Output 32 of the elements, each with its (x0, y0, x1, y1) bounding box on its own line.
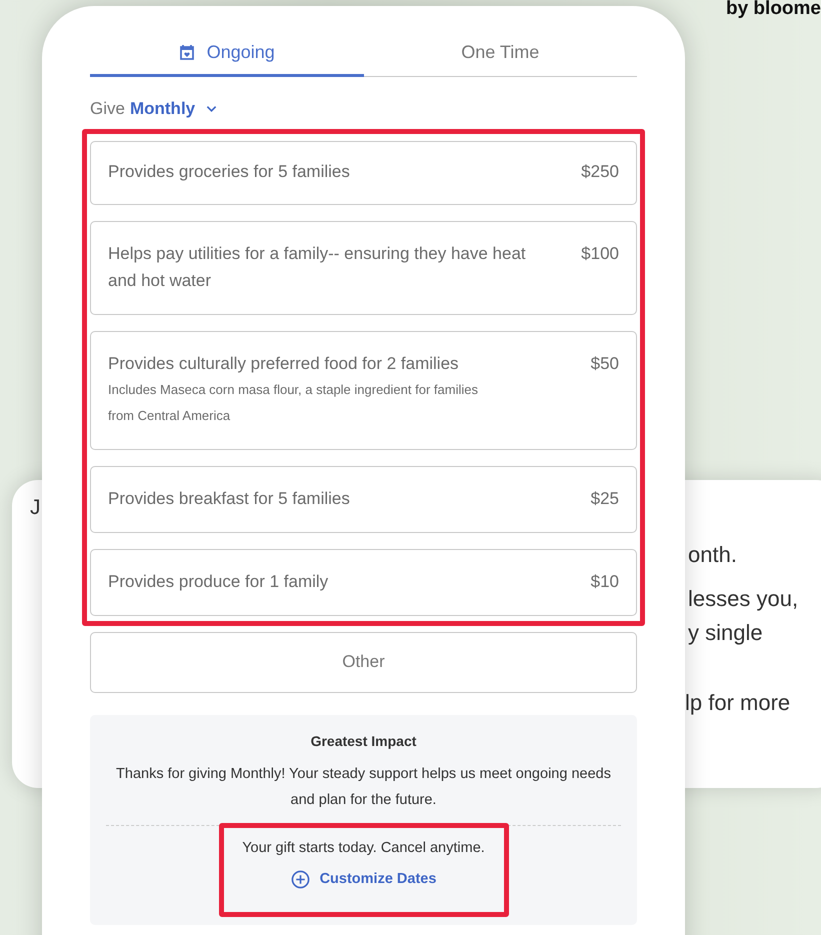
impact-title: Greatest Impact (310, 732, 416, 748)
start-note: Your gift starts today. Cancel anytime. (242, 840, 485, 856)
option-amount: $25 (590, 488, 619, 510)
chevron-down-icon (206, 104, 218, 112)
card-text: lesses you, (688, 586, 798, 612)
card-text: y single (688, 620, 764, 646)
impact-message: Thanks for giving Monthly! Your steady support helps us meet ongoing needs and plan for the future. (115, 764, 612, 810)
option-amount: $50 (590, 352, 619, 374)
option-amount: $10 (590, 570, 619, 592)
option-title: Provides breakfast for 5 families (108, 488, 350, 510)
amount-option[interactable]: Helps pay utilities for a family-- ensuring they have heat and hot water $100 (90, 220, 637, 314)
frequency-tab[interactable]: Ongoing (90, 30, 364, 77)
card-text: onth. (688, 542, 738, 568)
amount-option[interactable]: Provides groceries for 5 families $250 (90, 140, 637, 204)
brand-name: by bloome (726, 0, 821, 20)
amount-option[interactable]: Provides produce for 1 family $10 (90, 548, 637, 616)
option-title: Provides produce for 1 family (108, 570, 328, 592)
frequency-tab[interactable]: One Time (364, 30, 637, 77)
card-text: lp for more (685, 690, 792, 716)
option-title: Helps pay utilities for a family-- ensuring they have heat and hot water (108, 242, 527, 292)
amount-option[interactable]: Provides breakfast for 5 families $25 (90, 466, 637, 532)
option-title: Provides groceries for 5 families (108, 160, 350, 182)
option-note: Includes Maseca corn masa flour, a staple ingredient for families from Central America (108, 380, 479, 424)
add-icon (290, 870, 310, 888)
customize-dates-link[interactable]: Customize Dates (290, 870, 436, 888)
option-amount: $100 (581, 242, 619, 264)
option-title: Provides culturally preferred food for 2 families (108, 352, 460, 374)
amount-option[interactable]: Provides culturally preferred food for 2 families Includes Maseca corn masa flour, a staple ingredient for families from Central America $50 (90, 330, 637, 450)
card-text: J (30, 496, 40, 520)
other-amount-button[interactable]: Other (90, 632, 637, 692)
option-amount: $250 (581, 160, 619, 182)
frequency-dropdown[interactable]: Give Monthly (90, 98, 218, 118)
